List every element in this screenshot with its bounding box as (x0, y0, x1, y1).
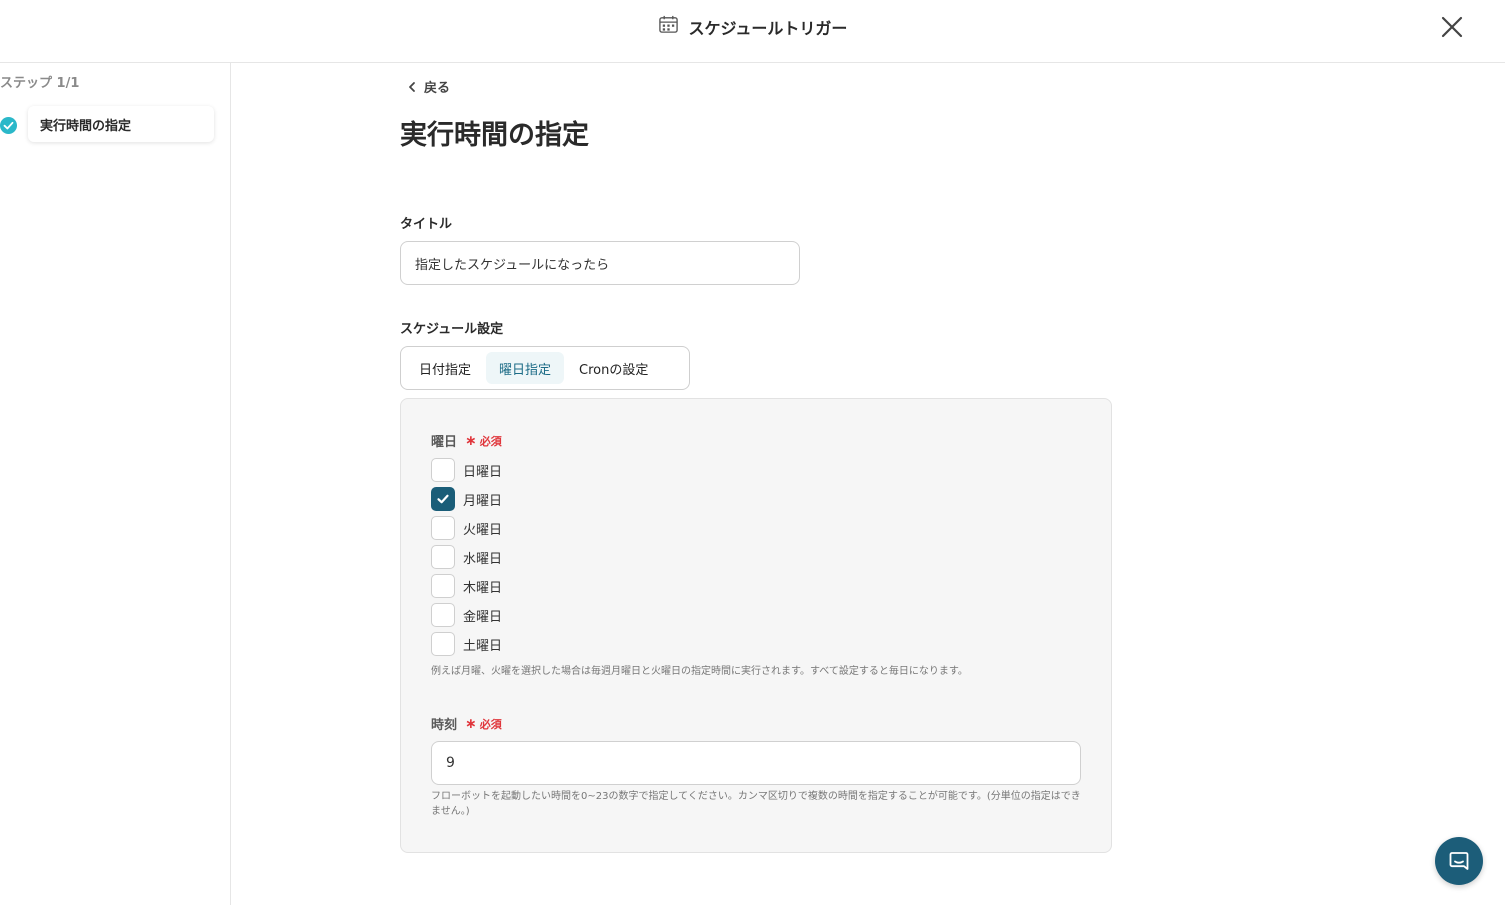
schedule-settings-label: スケジュール設定 (400, 322, 504, 337)
page-title: 実行時間の指定 (400, 120, 589, 151)
back-label: 戻る (424, 81, 451, 96)
close-icon (1441, 16, 1463, 38)
weekday-settings-panel: 曜日 ∗ 必須 日曜日 月曜日 火曜日 水曜日 木曜日 金曜日 土曜日 例えば月… (400, 398, 1112, 853)
checkmark-icon (437, 494, 449, 504)
step-sidebar: ステップ 1/1 実行時間の指定 (0, 63, 231, 905)
check-circle-icon (0, 117, 17, 134)
required-badge: ∗ 必須 (465, 716, 502, 732)
weekday-label: 曜日 (431, 435, 458, 450)
back-link[interactable]: 戻る (406, 77, 450, 96)
checkbox-label: 火曜日 (463, 522, 503, 538)
tab-weekday[interactable]: 曜日指定 (486, 352, 565, 384)
required-text: 必須 (479, 434, 502, 448)
checkbox-label: 月曜日 (463, 493, 503, 509)
title-input[interactable] (400, 241, 800, 285)
weekday-option-wednesday[interactable]: 水曜日 (431, 545, 502, 569)
weekday-option-monday[interactable]: 月曜日 (431, 487, 502, 511)
checkbox[interactable] (431, 632, 455, 656)
weekday-option-sunday[interactable]: 日曜日 (431, 458, 502, 482)
checkbox-label: 水曜日 (463, 551, 503, 567)
checkbox[interactable] (431, 516, 455, 540)
tab-date[interactable]: 日付指定 (406, 352, 484, 384)
title-field-label: タイトル (400, 217, 453, 232)
checkbox-label: 日曜日 (463, 464, 503, 480)
required-badge: ∗ 必須 (465, 433, 502, 449)
weekday-help-text: 例えば月曜、火曜を選択した場合は毎週月曜日と火曜日の指定時間に実行されます。すべ… (431, 666, 968, 677)
chat-icon (1449, 852, 1469, 870)
weekday-option-saturday[interactable]: 土曜日 (431, 632, 502, 656)
modal-title: スケジュールトリガー (688, 18, 848, 38)
chevron-left-icon (409, 81, 415, 92)
hour-field-label: 時刻 ∗ 必須 (431, 714, 502, 734)
weekday-field-label: 曜日 ∗ 必須 (431, 431, 502, 451)
checkbox[interactable] (431, 545, 455, 569)
chat-support-button[interactable] (1435, 837, 1483, 885)
asterisk-icon: ∗ (465, 432, 477, 449)
tab-cron[interactable]: Cronの設定 (566, 352, 661, 384)
checkbox-checked[interactable] (431, 487, 455, 511)
hour-help-text: フローボットを起動したい時間を0~23の数字で指定してください。カンマ区切りで複… (431, 791, 1081, 817)
calendar-icon (658, 14, 679, 39)
hour-input[interactable] (431, 741, 1081, 785)
hour-label: 時刻 (431, 718, 458, 733)
checkbox-label: 金曜日 (463, 609, 503, 625)
weekday-option-thursday[interactable]: 木曜日 (431, 574, 502, 598)
asterisk-icon: ∗ (465, 715, 477, 732)
weekday-option-tuesday[interactable]: 火曜日 (431, 516, 502, 540)
close-button[interactable] (1439, 14, 1465, 40)
sidebar-step-label: 実行時間の指定 (40, 118, 132, 134)
sidebar-step-execution-time[interactable]: 実行時間の指定 (28, 106, 214, 142)
checkbox-label: 土曜日 (463, 638, 503, 654)
header-title-group: スケジュールトリガー (0, 14, 1505, 39)
checkbox-label: 木曜日 (463, 580, 503, 596)
checkbox[interactable] (431, 458, 455, 482)
weekday-option-friday[interactable]: 金曜日 (431, 603, 502, 627)
schedule-tabs: 日付指定 曜日指定 Cronの設定 (400, 346, 690, 390)
modal-header: スケジュールトリガー (0, 0, 1505, 63)
required-text: 必須 (479, 717, 502, 731)
checkbox[interactable] (431, 574, 455, 598)
step-counter: ステップ 1/1 (0, 76, 80, 91)
checkbox[interactable] (431, 603, 455, 627)
